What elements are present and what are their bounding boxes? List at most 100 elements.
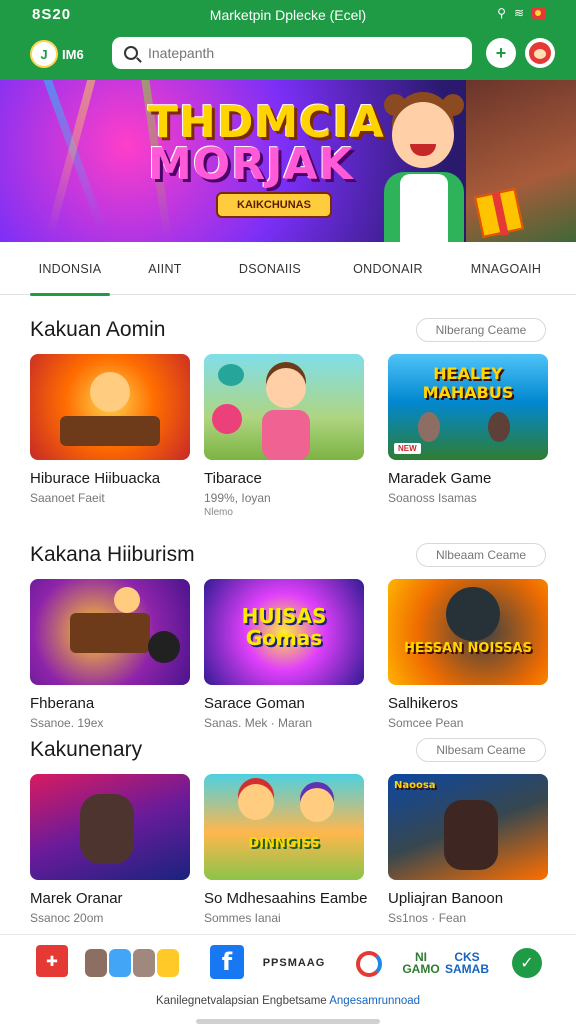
game-thumbnail <box>30 774 190 880</box>
card-meta: Ssanoe. 19ex <box>30 716 104 730</box>
character-figure <box>418 412 440 442</box>
game-thumbnail: Naoosa <box>388 774 548 880</box>
card-meta: Ssanoc 20om <box>30 911 104 925</box>
mascot-shirt <box>400 174 448 242</box>
avatar-icon <box>529 42 551 64</box>
game-thumbnail: HEALEY MAHABUS NEW <box>388 354 548 460</box>
game-card[interactable]: HEALEY MAHABUS NEW Maradek Game Soanoss … <box>388 354 548 505</box>
card-meta: Sommes Ianai <box>204 911 281 925</box>
logo-text: IM6 <box>62 46 84 62</box>
facebook-logo[interactable]: f <box>210 945 244 979</box>
game-thumbnail: DINNGISS <box>204 774 364 880</box>
ppsmaag-logo[interactable]: PPSMAAG <box>254 945 334 981</box>
plus-button[interactable]: + <box>486 38 516 68</box>
game-card[interactable]: Tibarace 199%, Ioyan Nlemo <box>204 354 364 518</box>
avatar[interactable] <box>525 38 555 68</box>
game-card[interactable]: Hiburace Hiibuacka Saanoet Faeit <box>30 354 190 505</box>
treasure-chest <box>70 613 150 653</box>
ni-logo[interactable]: NI GAMO <box>402 945 439 981</box>
card-meta: Sanas. Mek · Maran <box>204 716 313 730</box>
app-logo[interactable]: J IM6 <box>30 40 84 68</box>
hero-banner[interactable]: THDMCIA MORJAK KAIKCHUNAS <box>0 80 576 242</box>
face-icon <box>157 949 179 977</box>
ring-logo[interactable] <box>356 951 382 977</box>
search-input[interactable] <box>148 45 448 61</box>
red-badge-logo[interactable]: ✚ <box>36 945 68 977</box>
app-header: 8S20 Marketpin Dplecke (Ecel) ⚲ ≋ J IM6 … <box>0 0 576 80</box>
creature-figure <box>212 404 242 434</box>
wifi-icon: ≋ <box>513 6 524 20</box>
banner-tag: KAIKCHUNAS <box>216 192 332 218</box>
card-meta: Somcee Pean <box>388 716 464 730</box>
see-more-button[interactable]: Nlbesam Ceame <box>416 738 546 762</box>
see-more-button[interactable]: Nlberang Ceame <box>416 318 546 342</box>
character-figure <box>300 788 334 822</box>
tab-indonsia[interactable]: INDONSIA <box>30 243 110 296</box>
face-icon <box>109 949 131 977</box>
status-title: Marketpin Dplecke (Ecel) <box>209 7 367 23</box>
status-bar: 8S20 Marketpin Dplecke (Ecel) ⚲ ≋ <box>0 6 576 24</box>
partner-footer: ✚ f PPSMAAG NI GAMO CKS SAMAB ✓ Kanilegn… <box>0 934 576 1024</box>
game-logo-text: HEALEY MAHABUS <box>422 364 514 402</box>
card-title: Marek Oranar <box>30 890 123 907</box>
game-logo-text: HESSAN NOISSAS <box>404 641 532 656</box>
character-body <box>262 410 310 460</box>
game-card[interactable]: Marek Oranar Ssanoc 20om <box>30 774 190 925</box>
character-figure <box>266 368 306 408</box>
game-card[interactable]: Fhberana Ssanoe. 19ex <box>30 579 190 730</box>
category-tabs: INDONSIA AIINT DSONAIIS ONDONAIR MNAGOAI… <box>0 243 576 296</box>
mascot-illustration <box>370 94 480 242</box>
tab-dsonaiis[interactable]: DSONAIIS <box>232 243 308 295</box>
game-badge: NEW <box>394 443 421 454</box>
card-meta: 199%, Ioyan <box>204 491 271 505</box>
game-card[interactable]: Naoosa Upliajran Banoon Ss1nos · Fean <box>388 774 548 925</box>
card-meta-secondary: Nlemo <box>204 507 233 518</box>
character-figure <box>488 412 510 442</box>
card-meta: Saanoet Faeit <box>30 491 105 505</box>
signal-icon: ⚲ <box>497 6 506 20</box>
tab-mnagoaih[interactable]: MNAGOAIH <box>464 243 548 295</box>
card-title: Sarace Goman <box>204 695 305 712</box>
treasure-chest <box>60 416 160 446</box>
banner-title-line2: MORJAK <box>148 139 354 190</box>
game-thumbnail: HESSAN NOISSAS <box>388 579 548 685</box>
game-card[interactable]: HESSAN NOISSAS Salhikeros Somcee Pean <box>388 579 548 730</box>
game-card[interactable]: DINNGISS So Mdhesaahins Eambe Sommes Ian… <box>204 774 368 925</box>
status-icons: ⚲ ≋ <box>497 6 546 20</box>
banner-title: THDMCIA MORJAK <box>148 101 385 190</box>
game-card[interactable]: HUISAS Gomas Sarace Goman Sanas. Mek · M… <box>204 579 364 730</box>
game-thumbnail <box>30 579 190 685</box>
face-icon <box>85 949 107 977</box>
face-icon <box>133 949 155 977</box>
character-figure <box>444 800 498 870</box>
tab-aiint[interactable]: AIINT <box>132 243 198 295</box>
card-title: Fhberana <box>30 695 95 712</box>
game-thumbnail <box>30 354 190 460</box>
card-title: So Mdhesaahins Eambe <box>204 890 368 907</box>
card-title: Tibarace <box>204 470 262 487</box>
card-title: Salhikeros <box>388 695 459 712</box>
card-title: Maradek Game <box>388 470 492 487</box>
ck-logo[interactable]: CKS SAMAB <box>444 945 490 981</box>
character-figure <box>90 372 130 412</box>
search-bar[interactable] <box>112 37 472 69</box>
character-figure <box>114 587 140 613</box>
game-logo-text: DINNGISS <box>248 836 320 851</box>
card-title: Upliajran Banoon <box>388 890 504 907</box>
bomb-icon <box>148 631 180 663</box>
mascot-head <box>392 102 454 168</box>
home-indicator[interactable] <box>196 1019 380 1024</box>
faces-logo[interactable] <box>84 945 180 981</box>
see-more-button[interactable]: Nlbeaam Ceame <box>416 543 546 567</box>
card-meta: Ss1nos · Fean <box>388 911 467 925</box>
green-circle-logo[interactable]: ✓ <box>512 948 542 978</box>
footer-text: Kanilegnetvalapsian Engbetsame Angesamru… <box>0 995 576 1007</box>
gift-box-icon <box>474 188 524 238</box>
search-icon <box>124 46 138 60</box>
tab-ondonair[interactable]: ONDONAIR <box>348 243 428 295</box>
plus-icon: + <box>495 42 507 63</box>
footer-link[interactable]: Angesamrunnoad <box>329 995 420 1007</box>
section-title: Kakana Hiiburism <box>30 543 195 566</box>
wolf-character <box>446 587 500 641</box>
card-meta: Soanoss Isamas <box>388 491 477 505</box>
